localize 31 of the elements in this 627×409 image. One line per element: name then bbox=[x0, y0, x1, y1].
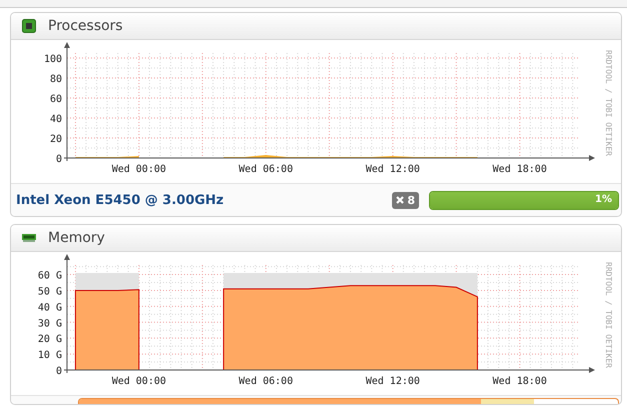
axis-label: 20 G bbox=[38, 334, 62, 346]
usage-reading: 1% bbox=[595, 194, 612, 204]
axis-label: Wed 18:00 bbox=[492, 376, 547, 387]
chip-icon bbox=[22, 19, 36, 33]
chart-credit: RRDTOOL / TOBI OETIKER bbox=[604, 262, 613, 368]
axis-label: 100 bbox=[44, 54, 62, 65]
panel-title: Memory bbox=[48, 230, 105, 246]
processor-name: Intel Xeon E5450 @ 3.00GHz bbox=[16, 192, 225, 208]
axis-label: 10 G bbox=[38, 350, 62, 362]
memory-icon bbox=[22, 234, 36, 242]
axis-label: 0 bbox=[56, 154, 62, 165]
axis-label: Wed 06:00 bbox=[238, 164, 293, 175]
axis-label: Wed 00:00 bbox=[112, 376, 166, 387]
axis-label: 60 bbox=[50, 94, 62, 105]
axis-label: Wed 00:00 bbox=[112, 164, 166, 175]
axis-label: Wed 18:00 bbox=[492, 164, 547, 175]
axis-label: Wed 12:00 bbox=[366, 164, 420, 175]
chart-credit: RRDTOOL / TOBI OETIKER bbox=[604, 50, 613, 156]
axis-label: 20 bbox=[50, 134, 62, 145]
axis-label: Wed 12:00 bbox=[366, 376, 420, 387]
axis-label: 40 bbox=[50, 114, 62, 125]
axis-label: 60 G bbox=[38, 270, 62, 282]
axis-label: 40 G bbox=[38, 302, 62, 314]
axis-label: 0 bbox=[56, 366, 62, 377]
axis-label: 50 G bbox=[38, 286, 62, 298]
multiply-icon bbox=[396, 196, 404, 204]
axis-label: Wed 06:00 bbox=[238, 376, 293, 387]
axis-label: 80 bbox=[50, 74, 62, 85]
core-count: 8 bbox=[407, 194, 415, 206]
axis-label: 30 G bbox=[38, 318, 62, 330]
panel-title: Processors bbox=[48, 18, 123, 34]
